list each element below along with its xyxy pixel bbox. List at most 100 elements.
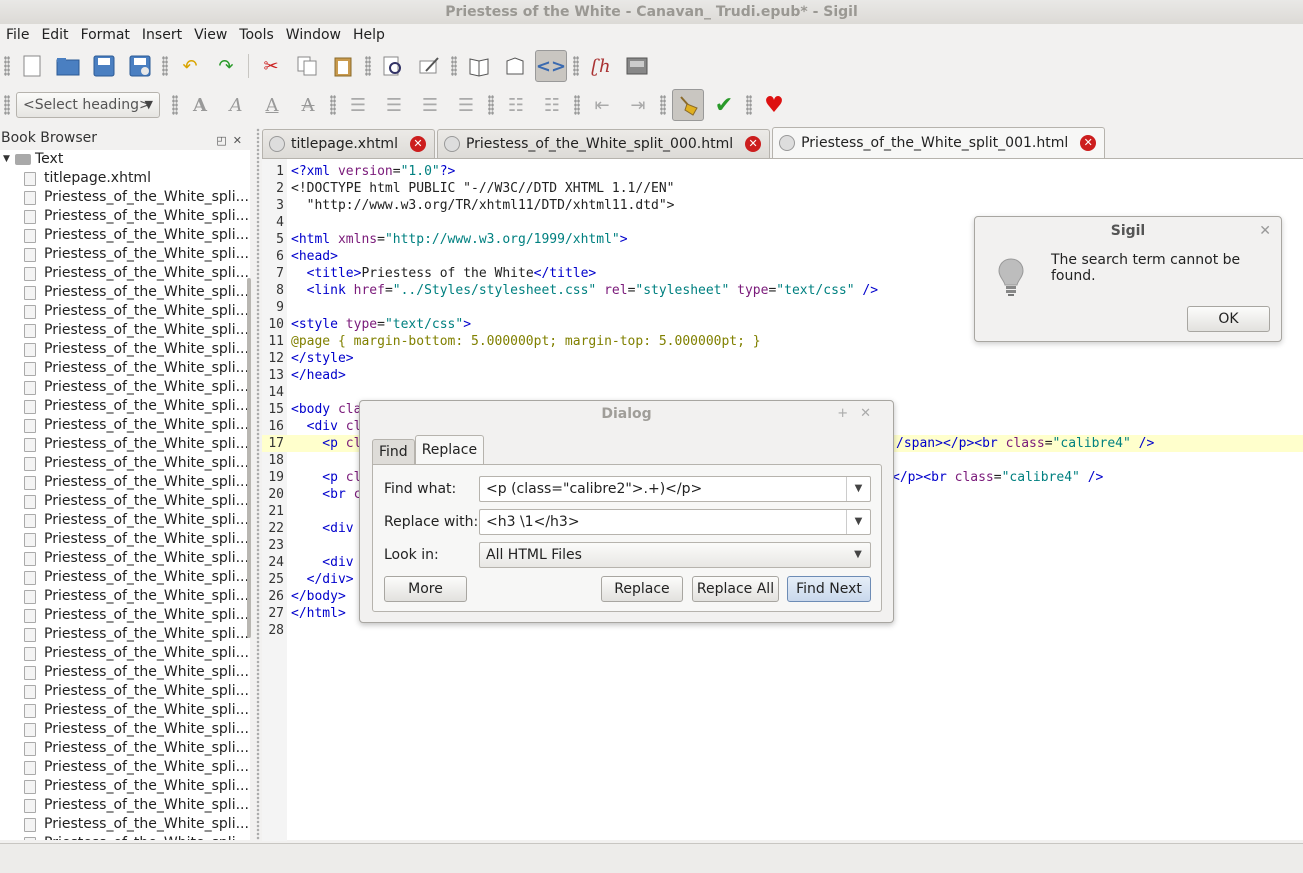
close-icon[interactable]: ✕ bbox=[1259, 217, 1271, 245]
image-insert-icon[interactable] bbox=[621, 50, 653, 82]
list-item[interactable]: Priestess_of_the_White_spli... bbox=[0, 511, 250, 530]
menu-view[interactable]: View bbox=[188, 24, 233, 46]
tab-titlepage[interactable]: titlepage.xhtml ✕ bbox=[262, 129, 435, 158]
open-folder-icon[interactable] bbox=[52, 50, 84, 82]
list-item[interactable]: Priestess_of_the_White_spli... bbox=[0, 625, 250, 644]
menu-insert[interactable]: Insert bbox=[136, 24, 188, 46]
dock-float-close-icon[interactable]: ◰✕ bbox=[216, 131, 248, 151]
list-item[interactable]: Priestess_of_the_White_spli... bbox=[0, 663, 250, 682]
bold-icon[interactable]: A bbox=[184, 89, 216, 121]
clean-source-broom-icon[interactable] bbox=[672, 89, 704, 121]
code-line[interactable]: 12 </style> bbox=[262, 350, 1303, 367]
list-item[interactable]: Priestess_of_the_White_spli... bbox=[0, 739, 250, 758]
panel-splitter[interactable] bbox=[256, 128, 260, 840]
list-item[interactable]: Priestess_of_the_White_spli... bbox=[0, 777, 250, 796]
save-icon[interactable] bbox=[88, 50, 120, 82]
find-replace-icon[interactable] bbox=[377, 50, 409, 82]
find-next-button[interactable]: Find Next bbox=[787, 576, 871, 602]
list-item[interactable]: Priestess_of_the_White_spli... bbox=[0, 758, 250, 777]
toolbar-grip[interactable] bbox=[4, 56, 10, 76]
tab-find[interactable]: Find bbox=[372, 439, 415, 465]
align-left-icon[interactable]: ☰ bbox=[342, 89, 374, 121]
align-justify-icon[interactable]: ☰ bbox=[450, 89, 482, 121]
look-in-select[interactable]: All HTML Files ▼ bbox=[479, 542, 871, 568]
expand-triangle-icon[interactable]: ▼ bbox=[3, 150, 15, 169]
close-icon[interactable]: ✕ bbox=[1080, 135, 1097, 151]
list-item[interactable]: titlepage.xhtml bbox=[0, 169, 250, 188]
strikethrough-icon[interactable]: A bbox=[292, 89, 324, 121]
list-item[interactable]: Priestess_of_the_White_spli... bbox=[0, 397, 250, 416]
menu-window[interactable]: Window bbox=[280, 24, 347, 46]
tab-replace[interactable]: Replace bbox=[414, 435, 485, 465]
replace-with-input[interactable]: <h3 \1</h3> ▼ bbox=[479, 509, 871, 535]
spellcheck-icon[interactable] bbox=[413, 50, 445, 82]
code-line[interactable]: 3 "http://www.w3.org/TR/xhtml11/DTD/xhtm… bbox=[262, 197, 1303, 214]
list-item[interactable]: Priestess_of_the_White_spli... bbox=[0, 568, 250, 587]
list-item[interactable]: Priestess_of_the_White_spli... bbox=[0, 587, 250, 606]
list-item[interactable]: Priestess_of_the_White_spli... bbox=[0, 720, 250, 739]
toolbar-grip[interactable] bbox=[330, 95, 336, 115]
list-item[interactable]: Priestess_of_the_White_spli... bbox=[0, 435, 250, 454]
new-file-icon[interactable] bbox=[16, 50, 48, 82]
tab-split-001[interactable]: Priestess_of_the_White_split_001.html ✕ bbox=[772, 127, 1106, 158]
toolbar-grip[interactable] bbox=[4, 95, 10, 115]
list-item[interactable]: Priestess_of_the_White_spli... bbox=[0, 682, 250, 701]
list-item[interactable]: Priestess_of_the_White_spli... bbox=[0, 796, 250, 815]
menu-help[interactable]: Help bbox=[347, 24, 391, 46]
toolbar-grip[interactable] bbox=[451, 56, 457, 76]
list-item[interactable]: Priestess_of_the_White_spli... bbox=[0, 815, 250, 834]
toolbar-grip[interactable] bbox=[574, 95, 580, 115]
more-button[interactable]: More bbox=[384, 576, 467, 602]
bullet-list-icon[interactable]: ☷ bbox=[500, 89, 532, 121]
paste-icon[interactable] bbox=[327, 50, 359, 82]
list-item[interactable]: Priestess_of_the_White_spli... bbox=[0, 283, 250, 302]
close-icon[interactable]: ✕ bbox=[745, 136, 762, 152]
align-right-icon[interactable]: ☰ bbox=[414, 89, 446, 121]
code-line[interactable]: 28 bbox=[262, 622, 1303, 639]
list-item[interactable]: Priestess_of_the_White_spli... bbox=[0, 321, 250, 340]
increase-indent-icon[interactable]: ⇥ bbox=[622, 89, 654, 121]
underline-icon[interactable]: A bbox=[256, 89, 288, 121]
replace-all-button[interactable]: Replace All bbox=[692, 576, 779, 602]
tree-folder-text[interactable]: ▼ Text bbox=[0, 150, 250, 169]
list-item[interactable]: Priestess_of_the_White_spli... bbox=[0, 340, 250, 359]
menu-tools[interactable]: Tools bbox=[233, 24, 280, 46]
ok-button[interactable]: OK bbox=[1187, 306, 1270, 332]
redo-icon[interactable]: ↷ bbox=[210, 50, 242, 82]
list-item[interactable]: Priestess_of_the_White_spli... bbox=[0, 378, 250, 397]
decrease-indent-icon[interactable]: ⇤ bbox=[586, 89, 618, 121]
close-icon[interactable]: ✕ bbox=[409, 136, 426, 152]
menu-file[interactable]: File bbox=[0, 24, 35, 46]
list-item[interactable]: Priestess_of_the_White_spli... bbox=[0, 473, 250, 492]
find-what-input[interactable]: <p (class="calibre2">.+)</p> ▼ bbox=[479, 476, 871, 502]
code-line[interactable]: 1 <?xml version="1.0"?> bbox=[262, 163, 1303, 180]
metadata-editor-icon[interactable]: ʗh bbox=[585, 50, 617, 82]
list-item[interactable]: Priestess_of_the_White_spli... bbox=[0, 302, 250, 321]
dialog-window-controls-icon[interactable]: +✕ bbox=[837, 401, 883, 427]
list-item[interactable]: Priestess_of_the_White_spli... bbox=[0, 530, 250, 549]
toolbar-grip[interactable] bbox=[172, 95, 178, 115]
list-item[interactable]: Priestess_of_the_White_spli... bbox=[0, 226, 250, 245]
book-view-icon[interactable] bbox=[463, 50, 495, 82]
list-item[interactable]: Priestess_of_the_White_spli... bbox=[0, 644, 250, 663]
list-item[interactable]: Priestess_of_the_White_spli... bbox=[0, 416, 250, 435]
code-line[interactable]: 13 </head> bbox=[262, 367, 1303, 384]
align-center-icon[interactable]: ☰ bbox=[378, 89, 410, 121]
list-item[interactable]: Priestess_of_the_White_spli... bbox=[0, 606, 250, 625]
dialog-titlebar[interactable]: Dialog +✕ bbox=[360, 401, 893, 427]
list-item[interactable]: Priestess_of_the_White_spli... bbox=[0, 834, 250, 840]
list-item[interactable]: Priestess_of_the_White_spli... bbox=[0, 264, 250, 283]
menu-edit[interactable]: Edit bbox=[35, 24, 74, 46]
chevron-down-icon[interactable]: ▼ bbox=[846, 510, 870, 534]
scrollbar-thumb[interactable] bbox=[247, 278, 251, 638]
validate-checkmark-icon[interactable]: ✔ bbox=[708, 89, 740, 121]
list-item[interactable]: Priestess_of_the_White_spli... bbox=[0, 549, 250, 568]
book-browser-tree[interactable]: ▼ Text titlepage.xhtml Priestess_of_the_… bbox=[0, 150, 250, 840]
save-as-icon[interactable] bbox=[124, 50, 156, 82]
code-line[interactable]: 2 <!DOCTYPE html PUBLIC "-//W3C//DTD XHTM… bbox=[262, 180, 1303, 197]
cut-icon[interactable]: ✂ bbox=[255, 50, 287, 82]
replace-button[interactable]: Replace bbox=[601, 576, 683, 602]
list-item[interactable]: Priestess_of_the_White_spli... bbox=[0, 701, 250, 720]
split-view-icon[interactable] bbox=[499, 50, 531, 82]
toolbar-grip[interactable] bbox=[660, 95, 666, 115]
